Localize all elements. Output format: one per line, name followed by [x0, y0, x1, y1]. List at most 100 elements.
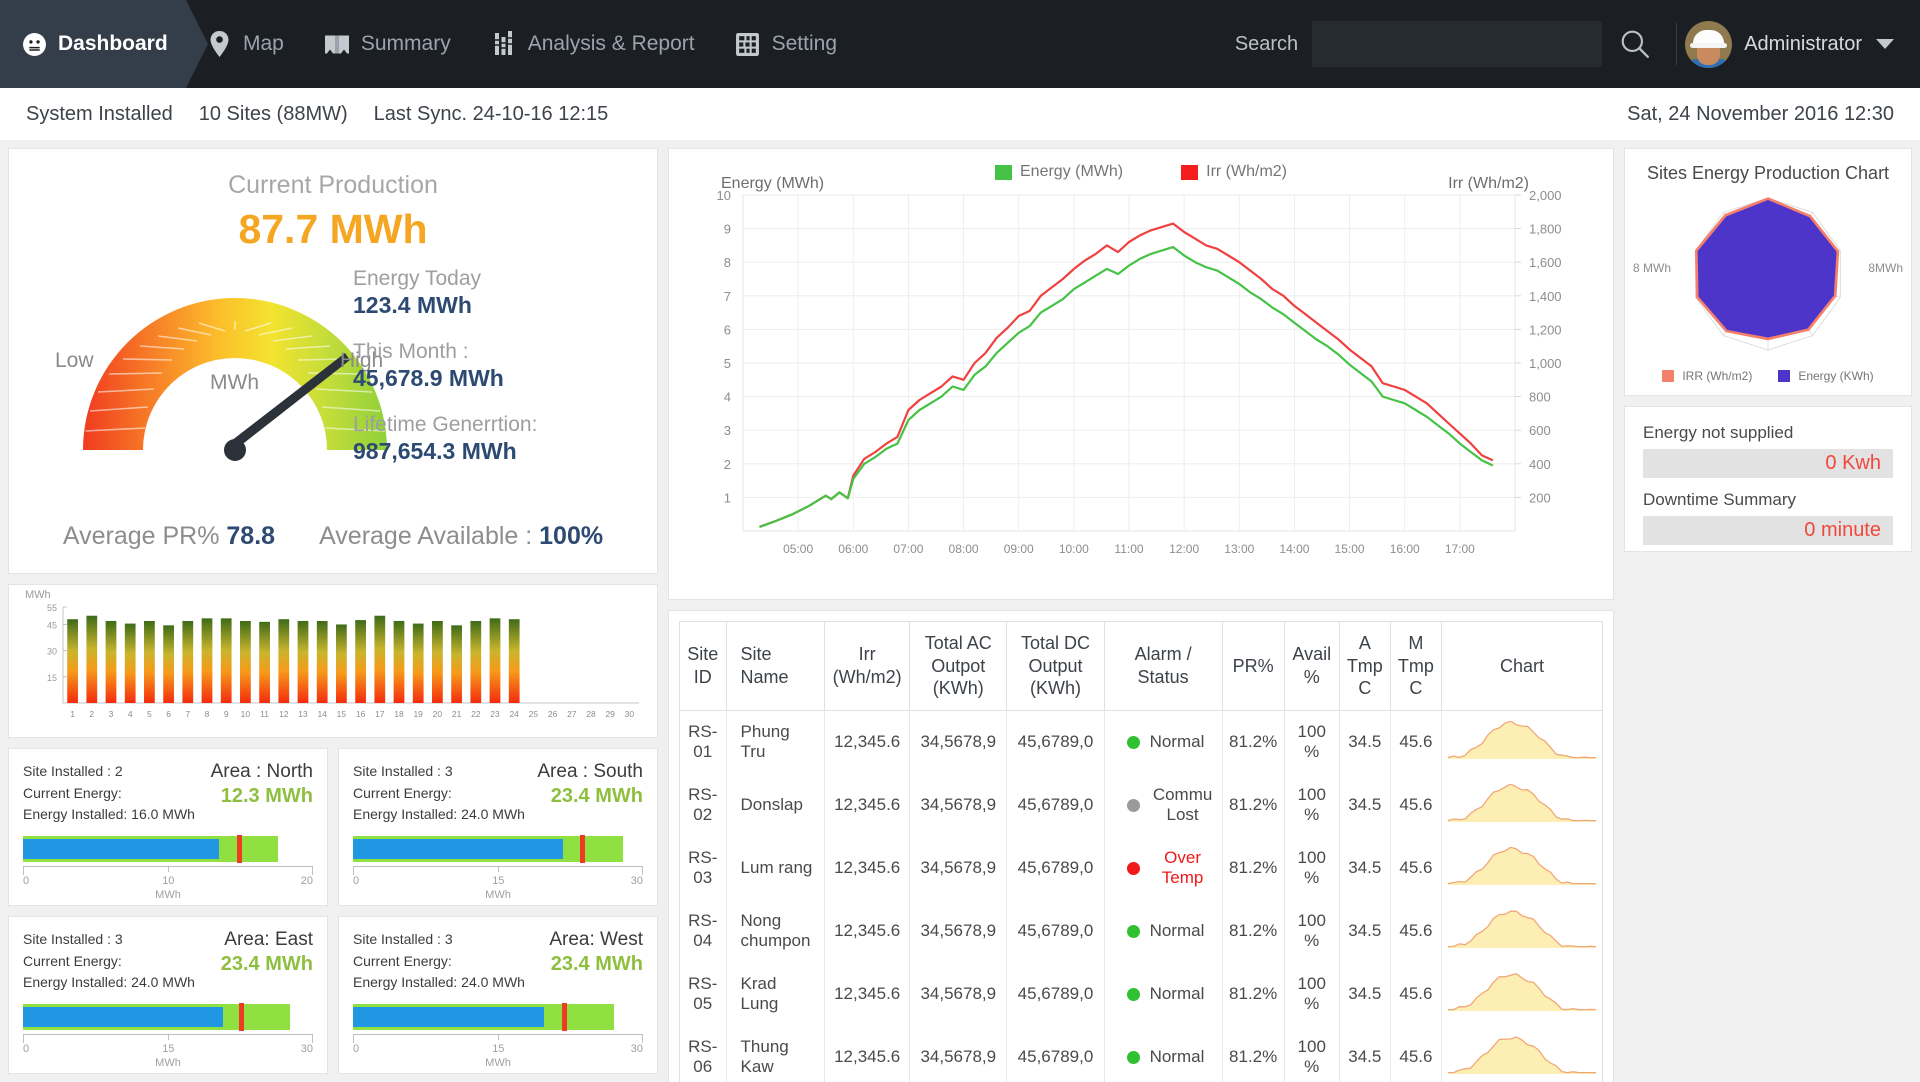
cell-status: Normal — [1103, 1025, 1223, 1082]
svg-text:29: 29 — [605, 709, 615, 719]
energy-today-label: Energy Today — [353, 267, 482, 290]
status-label: Normal — [1149, 921, 1205, 940]
cell-dc-output: 45,6789,0 — [1006, 773, 1105, 837]
last-sync: Last Sync. 24-10-16 12:15 — [373, 102, 609, 125]
chart-bars-icon — [491, 31, 517, 57]
svg-text:14:00: 14:00 — [1279, 542, 1309, 556]
nav-label-map: Map — [243, 32, 284, 55]
table-row[interactable]: RS-06 Thung Kaw 12,345.6 34,5678,9 45,6789,0… — [679, 1025, 1603, 1082]
east-current-energy: Current Energy: — [23, 952, 122, 969]
cell-ac-output: 34,5678,9 — [909, 773, 1008, 837]
cell-avail: 100 % — [1283, 1025, 1340, 1082]
north-site-installed: Site Installed : 2 — [23, 762, 123, 779]
svg-text:3: 3 — [109, 709, 114, 719]
stat-this-month: This Month : 45,678.9 MWh — [353, 340, 613, 392]
nav-label-analysis-report: Analysis & Report — [527, 32, 695, 55]
legend-irr[interactable]: Irr (Wh/m2) — [1181, 163, 1287, 181]
radar-legend-energy[interactable]: Energy (KWh) — [1778, 369, 1874, 383]
svg-text:11:00: 11:00 — [1114, 542, 1143, 556]
svg-text:1,000: 1,000 — [1529, 356, 1562, 371]
nav-item-map[interactable]: Map — [186, 0, 304, 88]
cell-site-id: RS-03 — [679, 836, 727, 900]
th-chart: Chart — [1441, 621, 1603, 711]
nav-item-analysis-report[interactable]: Analysis & Report — [471, 0, 715, 88]
system-installed-label: System Installed — [26, 102, 173, 125]
cell-irr: 12,345.6 — [824, 962, 911, 1026]
left-column: Current Production 87.7 MWh Low MWh High… — [8, 148, 658, 1074]
table-row[interactable]: RS-04 Nong chumpon 12,345.6 34,5678,9 45,678… — [679, 899, 1603, 963]
status-label: Over Temp — [1161, 848, 1204, 887]
area-card-north[interactable]: Site Installed : 2 Current Energy: Energ… — [8, 747, 328, 906]
area-card-east[interactable]: Site Installed : 3 Current Energy: Energ… — [8, 915, 328, 1074]
bar-chart-ylabel: MWh — [25, 588, 51, 601]
svg-text:15: 15 — [337, 709, 347, 719]
energy-not-supplied-card: Energy not supplied 0 Kwh Downtime Summa… — [1624, 406, 1912, 552]
cell-m-tmp: 45.6 — [1389, 962, 1443, 1026]
cell-site-name: Thung Kaw — [725, 1025, 826, 1082]
svg-text:15: 15 — [47, 673, 57, 683]
cell-m-tmp: 45.6 — [1389, 710, 1443, 774]
north-axis-numbers: 0 10 20 — [23, 875, 313, 889]
legend-energy[interactable]: Energy (MWh) — [995, 163, 1123, 181]
cell-m-tmp: 45.6 — [1389, 899, 1443, 963]
area-row-bottom: Site Installed : 3 Current Energy: Energ… — [8, 915, 658, 1074]
nav-item-summary[interactable]: Summary — [304, 0, 471, 88]
cell-m-tmp: 45.6 — [1389, 1025, 1443, 1082]
svg-text:3: 3 — [724, 423, 731, 438]
cell-site-name: Donslap — [725, 773, 826, 837]
svg-text:8: 8 — [205, 709, 210, 719]
svg-text:23: 23 — [490, 709, 500, 719]
cell-sparkline — [1441, 710, 1603, 774]
south-axis-1: 15 — [492, 874, 505, 887]
west-axis-0: 0 — [353, 1043, 360, 1055]
east-site-installed: Site Installed : 3 — [23, 930, 123, 947]
east-axis-numbers: 0 15 30 — [23, 1043, 313, 1057]
cell-dc-output: 45,6789,0 — [1006, 962, 1105, 1026]
svg-text:200: 200 — [1529, 490, 1551, 505]
radar-legend-energy-swatch — [1778, 370, 1791, 382]
svg-text:19: 19 — [413, 709, 423, 719]
lifetime-value: 987,654.3 MWh — [353, 438, 517, 464]
svg-text:13: 13 — [298, 709, 308, 719]
current-production-card: Current Production 87.7 MWh Low MWh High… — [8, 148, 658, 574]
avatar[interactable] — [1685, 20, 1733, 68]
svg-text:06:00: 06:00 — [838, 542, 868, 556]
stat-lifetime: Lifetime Generrtion: 987,654.3 MWh — [353, 413, 613, 465]
gauge-label-low: Low — [55, 349, 94, 372]
area-card-south[interactable]: Site Installed : 3 Current Energy: Energ… — [338, 747, 658, 906]
area-cards: Site Installed : 2 Current Energy: Energ… — [8, 747, 658, 1074]
nav-item-dashboard[interactable]: Dashboard — [0, 0, 186, 88]
svg-text:45: 45 — [47, 620, 57, 630]
svg-text:12: 12 — [279, 709, 289, 719]
th-irr: Irr (Wh/m2) — [824, 621, 911, 711]
west-area-label: Area: West — [549, 928, 643, 950]
table-row[interactable]: RS-03 Lum rang 12,345.6 34,5678,9 45,6789,0 O… — [679, 836, 1603, 900]
east-energy-installed: Energy Installed: 24.0 MWh — [23, 974, 195, 991]
cell-dc-output: 45,6789,0 — [1006, 899, 1105, 963]
legend-energy-label: Energy (MWh) — [1020, 163, 1124, 180]
table-row[interactable]: RS-02 Donslap 12,345.6 34,5678,9 45,6789,0 Co… — [679, 773, 1603, 837]
dashboard-body: Current Production 87.7 MWh Low MWh High… — [0, 140, 1920, 1082]
area-card-west[interactable]: Site Installed : 3 Current Energy: Energ… — [338, 915, 658, 1074]
svg-text:20: 20 — [433, 709, 443, 719]
north-bullet-bar — [23, 834, 279, 863]
sites-table: Site ID Site Name Irr (Wh/m2) Total AC Ou… — [679, 621, 1603, 1082]
west-current-energy: Current Energy: — [353, 952, 452, 969]
search-icon[interactable] — [1602, 0, 1668, 88]
search-input[interactable] — [1312, 21, 1603, 67]
average-metrics-row: Average PR% 78.8 Average Available : 100… — [9, 522, 657, 551]
gauge-label-unit: MWh — [210, 371, 259, 394]
west-axis-numbers: 0 15 30 — [353, 1043, 643, 1057]
svg-text:05:00: 05:00 — [783, 542, 813, 556]
table-row[interactable]: RS-01 Phung Tru 12,345.6 34,5678,9 45,6789,0… — [679, 710, 1603, 774]
svg-text:9: 9 — [724, 222, 731, 237]
average-available-value: 100% — [539, 521, 604, 550]
south-axis-2: 30 — [630, 874, 643, 887]
table-row[interactable]: RS-05 Krad Lung 12,345.6 34,5678,9 45,6789,0… — [679, 962, 1603, 1026]
chevron-down-icon[interactable] — [1876, 39, 1894, 49]
nav-item-setting[interactable]: Setting — [715, 0, 857, 88]
west-axis-line — [353, 1034, 643, 1043]
radar-legend-irr[interactable]: IRR (Wh/m2) — [1662, 369, 1752, 383]
cell-status: Over Temp — [1103, 836, 1223, 900]
cell-dc-output: 45,6789,0 — [1006, 710, 1105, 774]
